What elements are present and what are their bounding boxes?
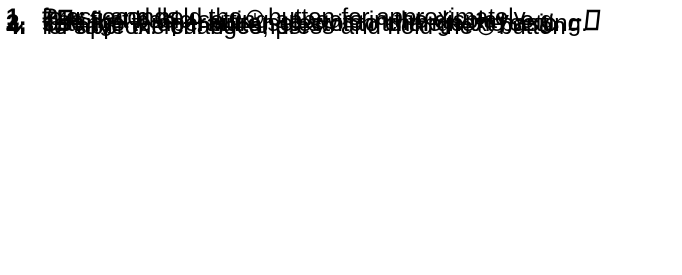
clock-icon — [477, 15, 495, 42]
step-4-number: 4. — [6, 13, 27, 40]
step-4-text-after: button — [498, 13, 566, 40]
instruction-document: 1. Press and hold the button for approxim… — [0, 0, 682, 275]
step-4-text-line-2: for approx. four seconds. — [42, 13, 308, 40]
